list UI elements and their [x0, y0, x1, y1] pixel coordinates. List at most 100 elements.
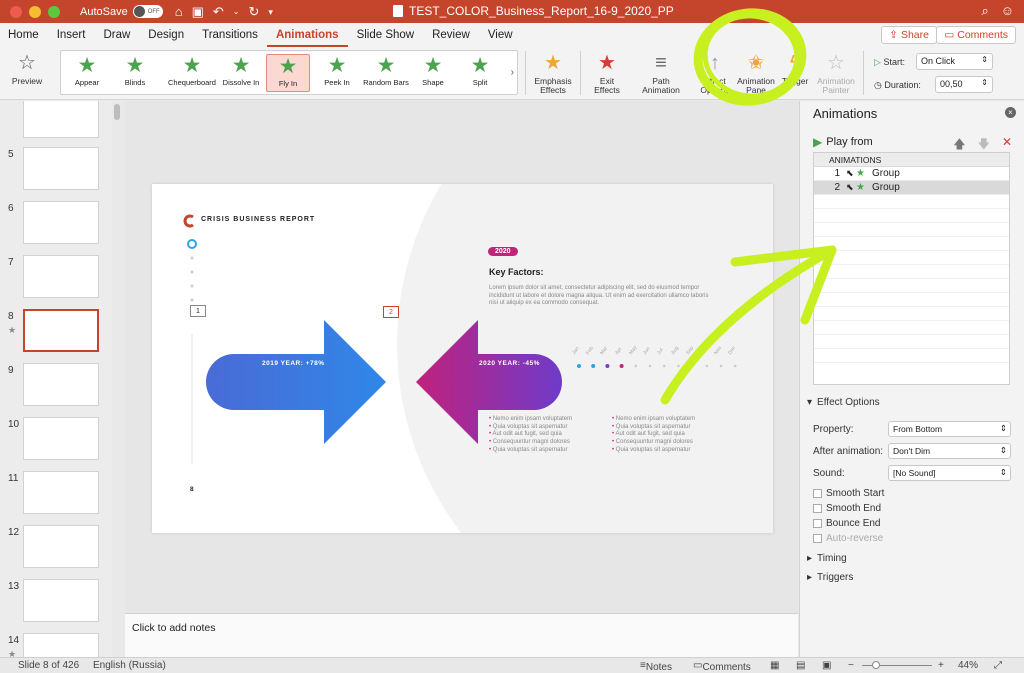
smooth-end-checkbox[interactable]: Smooth End — [813, 503, 881, 514]
property-value: From Bottom — [893, 424, 943, 434]
effect-options-title: Effect Options — [817, 397, 880, 408]
start-value: On Click — [921, 56, 956, 66]
animation-list-item[interactable]: 2 ⬉ ★ Group — [814, 181, 1009, 195]
normal-view-icon[interactable]: ▦ — [770, 660, 779, 671]
slide-thumbnail[interactable]: 8 ★ — [0, 309, 112, 363]
account-icon[interactable]: ☺ — [1001, 3, 1014, 19]
slide-thumbnail[interactable]: 6 — [0, 201, 112, 255]
start-select[interactable]: On Click ⇕ — [916, 53, 993, 70]
slide-thumbnail-number: 11 — [8, 473, 19, 484]
month-dot — [577, 364, 581, 368]
triggers-section[interactable]: ▸ Triggers — [807, 572, 853, 583]
tab-insert[interactable]: Insert — [48, 23, 95, 47]
reading-view-icon[interactable]: ▣ — [822, 660, 831, 671]
slide-thumbnail[interactable]: 12 — [0, 525, 112, 579]
smooth-end-label: Smooth End — [826, 503, 882, 514]
slide-thumbnail[interactable]: 10 — [0, 417, 112, 471]
effect-label: Fly In — [278, 79, 298, 88]
effect-peek-in[interactable]: ★ Peek In — [315, 54, 359, 87]
thumbnail-scrollbar[interactable] — [114, 104, 120, 120]
effect-fly-in[interactable]: ★ Fly In — [266, 54, 310, 92]
key-factors-heading: Key Factors: — [489, 267, 544, 277]
path-animation-button[interactable]: ≡ Path Animation — [638, 51, 684, 95]
emphasis-effects-button[interactable]: ★ Emphasis Effects — [530, 51, 576, 95]
zoom-level[interactable]: 44% — [958, 660, 978, 671]
arrow-2019[interactable] — [206, 320, 386, 444]
effect-dissolve-in[interactable]: ★ Dissolve In — [219, 54, 263, 87]
comments-button[interactable]: ▭ Comments — [936, 26, 1016, 44]
tab-animations[interactable]: Animations — [266, 23, 348, 47]
gallery-scroll-icon[interactable]: › — [511, 67, 514, 78]
slide-thumbnail[interactable]: 14 ★ — [0, 633, 112, 657]
badge-1[interactable]: 1 — [190, 305, 206, 317]
minimize-window-button[interactable] — [29, 5, 41, 18]
tab-home[interactable]: Home — [0, 23, 48, 47]
effect-appear[interactable]: ★ Appear — [65, 54, 109, 87]
effect-options-button[interactable]: ↑ Effect Options — [694, 51, 736, 95]
slide-thumbnail[interactable]: 9 — [0, 363, 112, 417]
play-from-button[interactable]: ▶ Play from — [813, 135, 873, 149]
slide-thumbnail[interactable] — [0, 101, 112, 149]
effect-blinds[interactable]: ★ Blinds — [113, 54, 157, 87]
close-pane-icon[interactable]: × — [1005, 107, 1016, 118]
slide-thumbnail[interactable]: 5 — [0, 147, 112, 201]
timing-section[interactable]: ▸ Timing — [807, 553, 847, 564]
tab-view[interactable]: View — [479, 23, 522, 47]
bullet-item: • Quia voluptas sit aspernatur — [489, 424, 572, 432]
language-status[interactable]: English (Russia) — [93, 660, 166, 671]
autosave-toggle[interactable]: OFF — [132, 5, 163, 18]
effect-split[interactable]: ★ Split — [458, 54, 502, 87]
tab-review[interactable]: Review — [423, 23, 479, 47]
comments-toggle[interactable]: ▭ Comments — [693, 660, 751, 673]
close-window-button[interactable] — [10, 5, 22, 18]
emphasis-label: Emphasis Effects — [534, 76, 572, 95]
tab-transitions[interactable]: Transitions — [193, 23, 267, 47]
notes-toggle[interactable]: ≡ Notes — [640, 660, 672, 673]
effect-random-bars[interactable]: ★ Random Bars — [360, 54, 412, 87]
share-button[interactable]: ⇪ Share — [881, 26, 937, 44]
effect-options-section[interactable]: ▾ Effect Options — [807, 397, 880, 408]
animation-pane-button[interactable]: ✬ Animation Pane — [734, 51, 778, 95]
animation-list-item[interactable]: 1 ⬉ ★ Group — [814, 167, 1009, 181]
slide[interactable]: CRISIS BUSINESS REPORT 1 2 2019 YEAR: +7… — [152, 184, 773, 533]
bounce-end-checkbox[interactable]: Bounce End — [813, 518, 881, 529]
effect-chequerboard[interactable]: ★ Chequerboard — [161, 54, 223, 87]
smooth-start-checkbox[interactable]: Smooth Start — [813, 488, 884, 499]
key-factors-body: Lorem ipsum dolor sit amet, consectetur … — [489, 285, 709, 306]
bullet-item: • Nemo enim ipsam voluptatem — [612, 416, 695, 424]
zoom-slider-thumb[interactable] — [872, 661, 880, 669]
effect-shape[interactable]: ★ Shape — [411, 54, 455, 87]
undo-icon[interactable]: ↶ — [213, 4, 224, 20]
notes-area[interactable]: Click to add notes — [125, 613, 798, 657]
redo-icon[interactable]: ↻ — [248, 4, 259, 20]
zoom-window-button[interactable] — [48, 5, 60, 18]
preview-button[interactable]: ☆ Preview — [6, 51, 48, 86]
tab-slide-show[interactable]: Slide Show — [348, 23, 424, 47]
slide-thumbnail[interactable]: 13 — [0, 579, 112, 633]
share-label: Share — [900, 29, 929, 41]
tab-design[interactable]: Design — [139, 23, 193, 47]
exit-effects-button[interactable]: ★ Exit Effects — [586, 51, 628, 95]
save-icon[interactable]: ▣ — [192, 4, 204, 20]
sound-label: Sound: — [813, 468, 845, 479]
badge-2[interactable]: 2 — [383, 306, 399, 318]
duration-field[interactable]: 00,50 ⇕ — [935, 76, 993, 93]
search-icon[interactable]: ⌕ — [981, 3, 988, 19]
sound-select[interactable]: [No Sound] ⇕ — [888, 465, 1011, 481]
more-icon[interactable]: ▾ — [268, 4, 273, 20]
zoom-out-icon[interactable]: − — [848, 660, 854, 671]
after-animation-select[interactable]: Don't Dim ⇕ — [888, 443, 1011, 459]
auto-reverse-checkbox[interactable]: Auto-reverse — [813, 533, 883, 544]
home-icon[interactable]: ⌂ — [175, 4, 183, 20]
property-select[interactable]: From Bottom ⇕ — [888, 421, 1011, 437]
slide-sorter-icon[interactable]: ▤ — [796, 660, 805, 671]
tab-draw[interactable]: Draw — [94, 23, 139, 47]
slide-thumbnail[interactable]: 7 — [0, 255, 112, 309]
effect-label: Chequerboard — [168, 78, 216, 87]
fit-to-window-icon[interactable]: ⤢ — [994, 660, 1002, 671]
trigger-button[interactable]: ϟ Trigger — [778, 51, 812, 86]
slide-thumbnail[interactable]: 11 — [0, 471, 112, 525]
animation-painter-button[interactable]: ☆ Animation Painter — [816, 51, 856, 95]
zoom-in-icon[interactable]: + — [938, 660, 944, 671]
dropdown-icon[interactable]: ⌄ — [233, 4, 240, 20]
